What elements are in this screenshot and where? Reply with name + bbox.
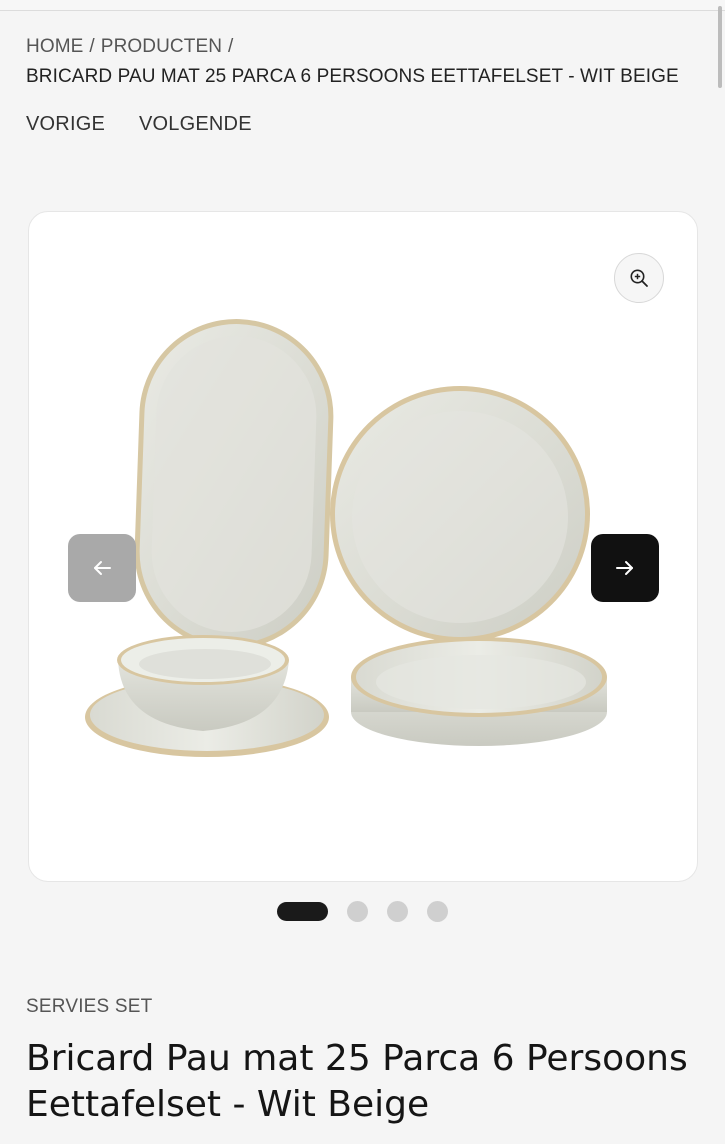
product-title: Bricard Pau mat 25 Parca 6 Persoons Eett…: [26, 1038, 688, 1125]
arrow-left-icon: [94, 561, 111, 575]
next-image-button[interactable]: [591, 534, 659, 602]
product-category: SERVIES SET: [26, 996, 153, 1017]
breadcrumb-separator: /: [89, 36, 95, 57]
next-product-link[interactable]: VOLGENDE: [139, 113, 252, 136]
top-border: [0, 0, 725, 11]
scrollbar[interactable]: [718, 6, 722, 88]
breadcrumb-current: BRICARD PAU MAT 25 PARCA 6 PERSOONS EETT…: [26, 66, 679, 87]
gallery-dot[interactable]: [347, 901, 368, 922]
arrow-right-icon: [616, 561, 633, 575]
product-gallery: [28, 211, 698, 882]
previous-image-button[interactable]: [68, 534, 136, 602]
gallery-dot-active[interactable]: [277, 902, 328, 921]
zoom-button[interactable]: [614, 253, 664, 303]
zoom-in-icon: [630, 269, 648, 287]
breadcrumb-separator: /: [228, 36, 234, 57]
gallery-pagination: [277, 901, 448, 922]
breadcrumb-products-link[interactable]: PRODUCTEN: [101, 36, 222, 57]
breadcrumb-home-link[interactable]: HOME: [26, 36, 83, 57]
product-nav: VORIGE VOLGENDE: [26, 113, 252, 136]
gallery-dot[interactable]: [387, 901, 408, 922]
breadcrumb: HOME / PRODUCTEN /: [26, 36, 239, 58]
previous-product-link[interactable]: VORIGE: [26, 113, 105, 136]
gallery-dot[interactable]: [427, 901, 448, 922]
